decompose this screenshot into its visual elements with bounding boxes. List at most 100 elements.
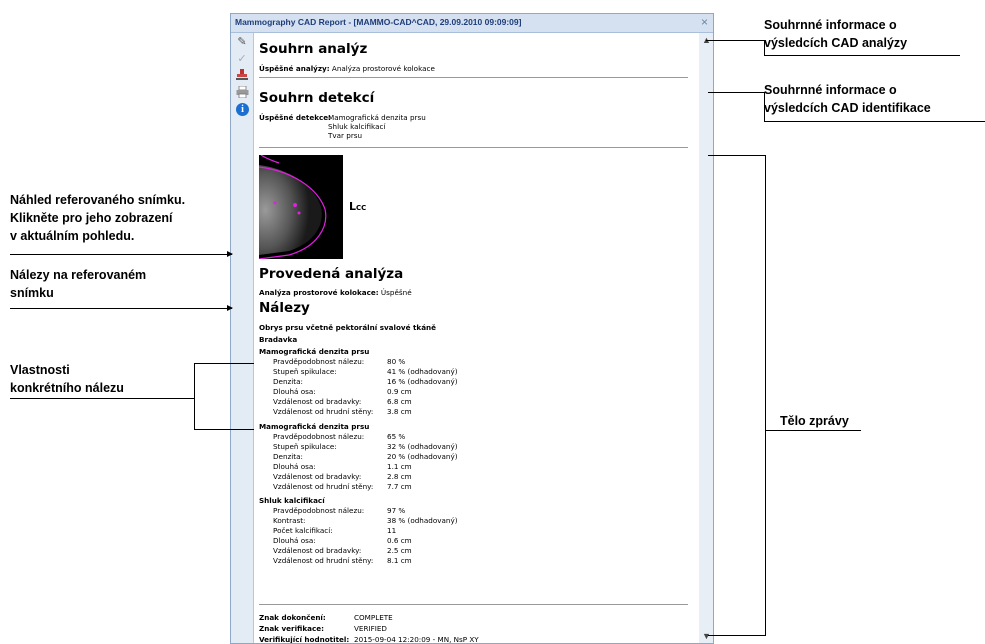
finding-prop-value: 80 % [387,357,406,366]
finding-group-title: Mamografická denzita prsu [259,422,370,431]
finding-prop-value: 6.8 cm [387,397,412,406]
finding-prop-value: 41 % (odhadovaný) [387,367,458,376]
close-icon[interactable]: × [701,15,708,29]
finding-prop-label: Pravděpodobnost nálezu: [273,506,365,515]
bracket-vertical [194,363,195,429]
leader-line [708,92,764,93]
finding-item: Bradavka [259,335,298,344]
title-bar: Mammography CAD Report - [MAMMO-CAD^CAD,… [231,14,713,33]
detection-item: Shluk kalcifikací [328,122,386,131]
annotation-summary-analysis: Souhrnné informace o výsledcích CAD anal… [764,18,908,50]
finding-prop-label: Dlouhá osa: [273,536,316,545]
performed-analysis-label: Analýza prostorové kolokace: [259,288,379,297]
finding-prop-label: Denzita: [273,452,303,461]
footer-label: Znak dokončení: [259,613,326,622]
divider [259,77,688,78]
finding-prop-value: 3.8 cm [387,407,412,416]
finding-prop-label: Denzita: [273,377,303,386]
finding-prop-label: Vzdálenost od hrudní stěny: [273,407,374,416]
annotation-summary-detection: Souhrnné informace o výsledcích CAD iden… [764,83,931,115]
window-title: Mammography CAD Report - [MAMMO-CAD^CAD,… [235,17,522,27]
finding-prop-label: Pravděpodobnost nálezu: [273,357,365,366]
bracket-bottom [708,635,766,636]
summary-analysis-label: Úspěšné analýzy: [259,64,330,73]
footer-value: VERIFIED [354,624,387,633]
arrow-to-findings [10,305,233,311]
referenced-image-thumbnail[interactable] [258,154,343,260]
performed-analysis-value: Úspěšné [380,288,412,297]
finding-prop-value: 8.1 cm [387,556,412,565]
finding-prop-label: Vzdálenost od hrudní stěny: [273,556,374,565]
finding-prop-label: Dlouhá osa: [273,462,316,471]
finding-prop-value: 20 % (odhadovaný) [387,452,458,461]
finding-prop-value: 1.1 cm [387,462,412,471]
finding-prop-label: Vzdálenost od bradavky: [273,546,362,555]
finding-prop-value: 2.8 cm [387,472,412,481]
summary-detection-label: Úspěšné detekce: [259,113,332,122]
summary-analysis-value: Analýza prostorové kolokace [331,64,435,73]
finding-prop-value: 7.7 cm [387,482,412,491]
leader-line [764,92,765,122]
leader-line [764,40,765,56]
finding-prop-value: 11 [387,526,397,535]
finding-prop-label: Vzdálenost od bradavky: [273,472,362,481]
scroll-down-icon[interactable]: ▼ [702,631,711,641]
annotation-thumbnail: Náhled referovaného snímku. Klikněte pro… [10,193,186,243]
footer-value: 2015-09-04 12:20:09 - MN, NsP XY [354,635,479,643]
bracket-top [194,363,254,364]
annotation-properties: Vlastnosti konkrétního nálezu [10,363,124,395]
info-icon[interactable]: i [236,103,249,116]
finding-prop-value: 38 % (odhadovaný) [387,516,458,525]
finding-prop-label: Kontrast: [273,516,306,525]
finding-prop-value: 16 % (odhadovaný) [387,377,458,386]
vertical-scrollbar[interactable]: ▲ ▼ [699,33,713,643]
finding-prop-value: 2.5 cm [387,546,412,555]
annotation-underline [764,55,960,56]
divider [259,147,688,148]
leader-line [706,40,764,41]
performed-analysis-row: Analýza prostorové kolokace: Úspěšné [259,288,412,297]
annotation-findings-on-image: Nálezy na referovaném snímku [10,268,147,300]
finding-group-title: Shluk kalcifikací [259,496,325,505]
finding-group-title: Mamografická denzita prsu [259,347,370,356]
check-icon[interactable]: ✓ [236,53,248,65]
view-label: LCC [349,200,367,213]
report-content: Souhrn analýz Úspěšné analýzy: Analýza p… [253,33,702,643]
finding-prop-value: 0.9 cm [387,387,412,396]
finding-prop-value: 97 % [387,506,406,515]
finding-prop-value: 65 % [387,432,406,441]
summary-analysis-heading: Souhrn analýz [259,41,368,57]
findings-heading: Nálezy [259,300,310,316]
finding-prop-label: Vzdálenost od bradavky: [273,397,362,406]
footer-value: COMPLETE [354,613,393,622]
detection-item: Mamografická denzita prsu [328,113,426,122]
finding-prop-label: Stupeň spikulace: [273,442,337,451]
report-window: Mammography CAD Report - [MAMMO-CAD^CAD,… [230,13,714,644]
finding-prop-label: Vzdálenost od hrudní stěny: [273,482,374,491]
arrow-to-thumbnail [10,251,233,257]
bracket-vertical [765,155,766,635]
annotation-underline [10,398,194,399]
finding-prop-value: 32 % (odhadovaný) [387,442,458,451]
summary-analysis-row: Úspěšné analýzy: Analýza prostorové kolo… [259,64,435,73]
finding-prop-label: Stupeň spikulace: [273,367,337,376]
footer-label: Verifikující hodnotitel: [259,635,350,643]
finding-prop-value: 0.6 cm [387,536,412,545]
stamp-icon[interactable] [236,69,248,81]
pencil-icon[interactable]: ✎ [236,36,248,48]
detection-item: Tvar prsu [328,131,363,140]
printer-icon[interactable] [236,85,249,99]
annotation-underline [764,121,985,122]
bracket-top [708,155,765,156]
side-toolbar: ✎ ✓ i [231,33,253,643]
annotation-underline [765,430,861,431]
finding-prop-label: Pravděpodobnost nálezu: [273,432,365,441]
summary-detection-heading: Souhrn detekcí [259,90,375,106]
footer-label: Znak verifikace: [259,624,324,633]
divider [259,604,688,605]
finding-prop-label: Počet kalcifikací: [273,526,333,535]
performed-analysis-heading: Provedená analýza [259,266,404,282]
annotation-body: Tělo zprávy [780,414,849,428]
finding-prop-label: Dlouhá osa: [273,387,316,396]
bracket-bottom [194,429,254,430]
